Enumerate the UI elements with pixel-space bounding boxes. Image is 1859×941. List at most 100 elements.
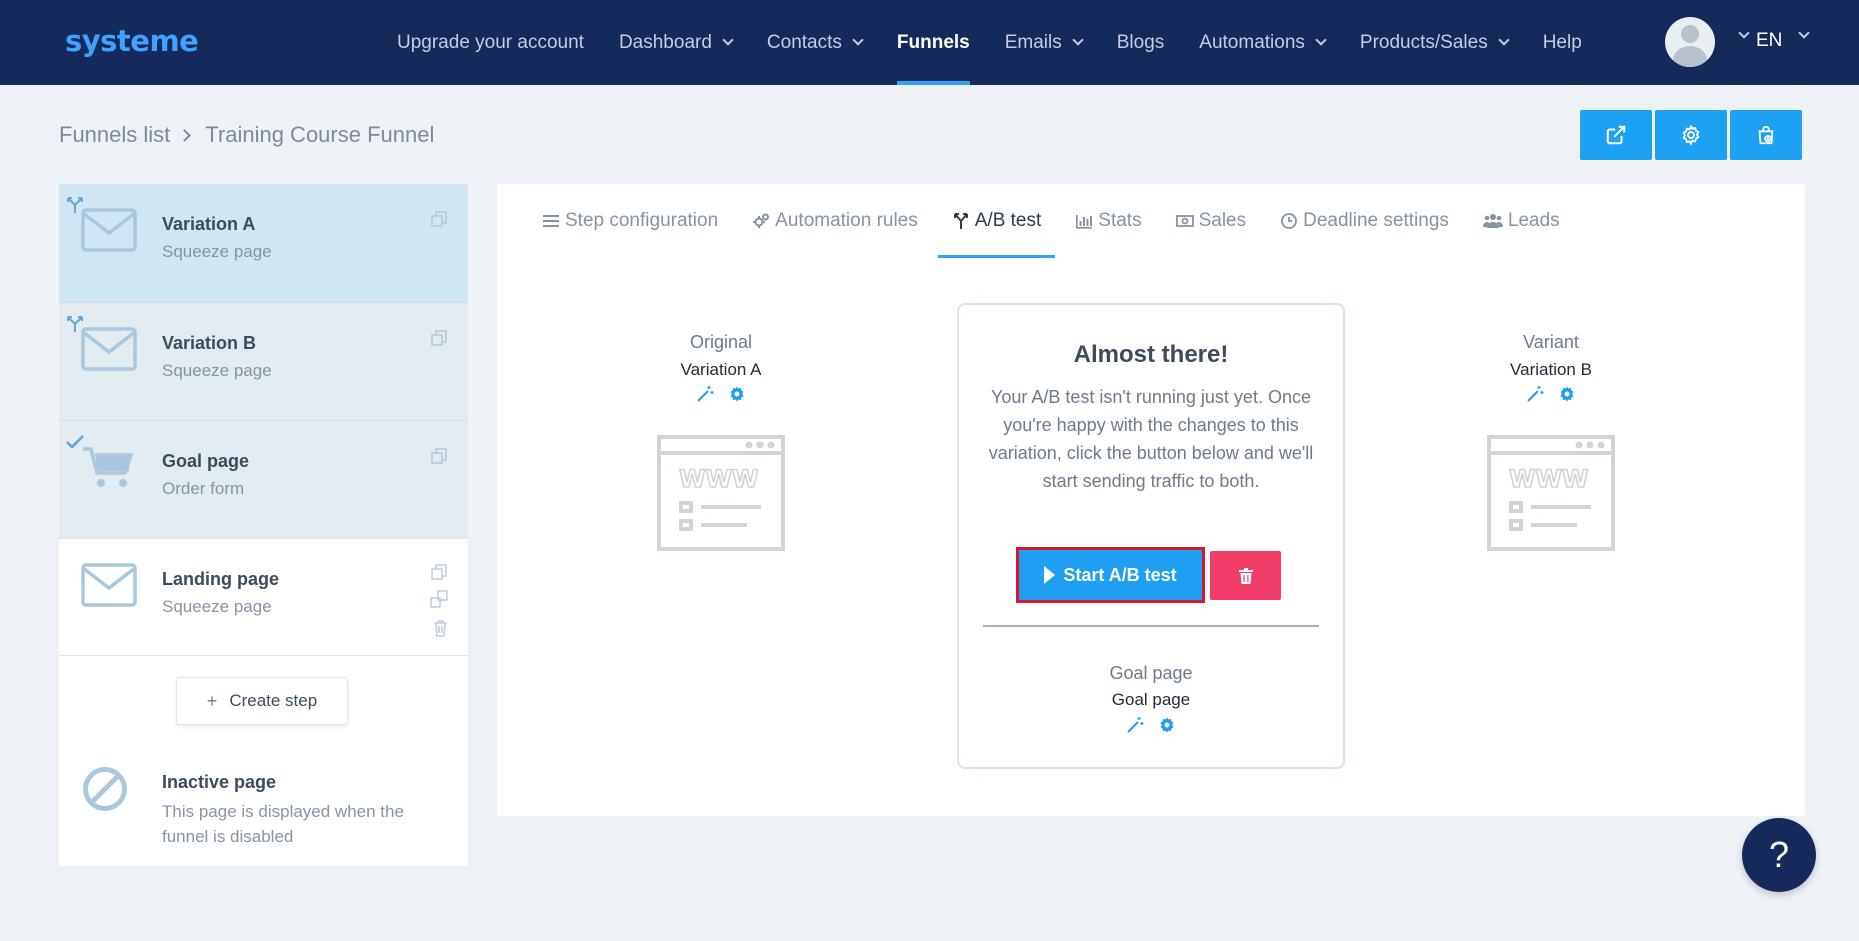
disabled-icon bbox=[83, 767, 127, 811]
chevron-down-icon bbox=[1315, 34, 1327, 46]
webpage-placeholder-image: WWW bbox=[1487, 435, 1615, 551]
gear-icon[interactable] bbox=[1558, 385, 1576, 403]
users-icon bbox=[1482, 213, 1503, 228]
main-nav: Upgrade your account Dashboard Contacts … bbox=[397, 0, 1617, 85]
funnel-actions bbox=[1580, 110, 1805, 160]
step-goal-page[interactable]: Goal page Order form bbox=[59, 420, 468, 538]
split-icon bbox=[953, 212, 968, 229]
nav-blogs[interactable]: Blogs bbox=[1117, 0, 1165, 85]
step-variation-b[interactable]: Variation B Squeeze page bbox=[59, 302, 468, 420]
chevron-down-icon bbox=[722, 34, 734, 46]
step-title: Goal page bbox=[162, 451, 250, 471]
funnel-settings-button[interactable] bbox=[1655, 110, 1727, 160]
svg-text:WWW: WWW bbox=[679, 465, 758, 493]
variant-actions bbox=[1401, 385, 1701, 403]
nav-emails[interactable]: Emails bbox=[1005, 0, 1084, 85]
step-subtitle: Squeeze page bbox=[162, 597, 272, 616]
tab-label: Automation rules bbox=[775, 209, 918, 231]
original-variation: Original Variation A WWW bbox=[571, 332, 871, 551]
chevron-down-icon[interactable] bbox=[1738, 27, 1750, 39]
step-subtitle: Squeeze page bbox=[162, 242, 272, 261]
magic-wand-icon[interactable] bbox=[696, 385, 714, 403]
language-selector[interactable]: EN bbox=[1756, 30, 1782, 52]
nav-contacts-label: Contacts bbox=[766, 31, 842, 53]
tab-deadline-settings[interactable]: Deadline settings bbox=[1280, 184, 1449, 257]
inactive-page-description: This page is displayed when the funnel i… bbox=[162, 802, 404, 846]
gears-icon bbox=[753, 213, 770, 228]
trash-icon bbox=[1238, 567, 1253, 584]
shopping-bag-icon bbox=[1758, 125, 1774, 145]
chevron-down-icon bbox=[1498, 34, 1510, 46]
nav-upgrade-label: Upgrade your account bbox=[397, 31, 584, 53]
top-navbar: systeme Upgrade your account Dashboard C… bbox=[0, 0, 1859, 85]
avatar[interactable] bbox=[1665, 17, 1715, 67]
tab-label: A/B test bbox=[974, 209, 1042, 231]
funnel-sales-button[interactable] bbox=[1730, 110, 1802, 160]
nav-automations[interactable]: Automations bbox=[1199, 0, 1327, 85]
nav-products-sales[interactable]: Products/Sales bbox=[1360, 0, 1510, 85]
chevron-down-icon bbox=[1072, 34, 1084, 46]
copy-icon[interactable] bbox=[430, 447, 448, 465]
step-landing-page[interactable]: Landing page Squeeze page bbox=[59, 538, 468, 656]
tab-label: Stats bbox=[1098, 209, 1142, 231]
webpage-placeholder-image: WWW bbox=[657, 435, 785, 551]
tab-stats[interactable]: Stats bbox=[1075, 184, 1142, 257]
external-link-icon bbox=[1606, 125, 1626, 145]
nav-help[interactable]: Help bbox=[1543, 0, 1582, 85]
magic-wand-icon[interactable] bbox=[1126, 716, 1144, 734]
tab-sales[interactable]: Sales bbox=[1175, 184, 1246, 257]
nav-dashboard[interactable]: Dashboard bbox=[618, 0, 734, 85]
delete-ab-test-button[interactable] bbox=[1210, 551, 1281, 600]
copy-icon[interactable] bbox=[430, 563, 448, 581]
step-detail-panel: Step configuration Automation rules A/B … bbox=[497, 184, 1805, 816]
chevron-down-icon bbox=[852, 34, 864, 46]
ab-test-status-card: Almost there! Your A/B test isn't runnin… bbox=[957, 303, 1345, 769]
step-subtitle: Squeeze page bbox=[162, 361, 272, 380]
avatar-head bbox=[1681, 25, 1699, 43]
tab-automation-rules[interactable]: Automation rules bbox=[752, 184, 918, 257]
variant-name: Variation B bbox=[1510, 360, 1592, 379]
tab-label: Step configuration bbox=[565, 209, 719, 231]
step-title: Variation A bbox=[162, 214, 256, 234]
start-ab-test-button[interactable]: Start A/B test bbox=[1016, 547, 1205, 603]
goal-actions bbox=[959, 716, 1343, 734]
breadcrumb: Funnels list Training Course Funnel bbox=[59, 122, 434, 148]
nav-upgrade[interactable]: Upgrade your account bbox=[397, 0, 584, 85]
original-actions bbox=[571, 385, 871, 403]
logo[interactable]: systeme bbox=[65, 24, 199, 58]
nav-contacts[interactable]: Contacts bbox=[766, 0, 864, 85]
gear-icon[interactable] bbox=[728, 385, 746, 403]
chevron-right-icon bbox=[178, 128, 192, 142]
open-funnel-button[interactable] bbox=[1580, 110, 1652, 160]
trash-icon[interactable] bbox=[433, 619, 448, 637]
gear-icon[interactable] bbox=[1158, 716, 1176, 734]
list-icon bbox=[543, 214, 559, 227]
goal-page-name: Goal page bbox=[1111, 690, 1191, 709]
chevron-down-icon[interactable] bbox=[1798, 27, 1810, 39]
copy-icon[interactable] bbox=[430, 329, 448, 347]
create-step-button[interactable]: + Create step bbox=[176, 677, 348, 725]
funnel-steps-sidebar: Variation A Squeeze page Variation B Squ… bbox=[59, 184, 468, 866]
magic-wand-icon[interactable] bbox=[1526, 385, 1544, 403]
tab-step-configuration[interactable]: Step configuration bbox=[542, 184, 718, 257]
tab-leads[interactable]: Leads bbox=[1482, 184, 1560, 257]
nav-automations-label: Automations bbox=[1199, 31, 1305, 53]
copy-icon[interactable] bbox=[430, 210, 448, 228]
money-icon bbox=[1175, 214, 1194, 227]
tab-ab-test[interactable]: A/B test bbox=[937, 184, 1055, 258]
start-ab-test-label: Start A/B test bbox=[1063, 564, 1177, 585]
inactive-page-title[interactable]: Inactive page bbox=[162, 772, 276, 793]
step-tabs: Step configuration Automation rules A/B … bbox=[542, 184, 1594, 258]
create-step-label: Create step bbox=[229, 691, 318, 710]
nav-dashboard-label: Dashboard bbox=[618, 31, 712, 53]
step-title: Landing page bbox=[162, 569, 279, 589]
nav-funnels[interactable]: Funnels bbox=[896, 0, 970, 85]
help-chat-button[interactable]: ? bbox=[1742, 818, 1816, 892]
step-variation-a[interactable]: Variation A Squeeze page bbox=[59, 184, 468, 302]
duplicate-icon[interactable] bbox=[430, 590, 448, 608]
breadcrumb-funnels-list[interactable]: Funnels list bbox=[59, 122, 170, 148]
variant-variation: Variant Variation B WWW bbox=[1401, 332, 1701, 551]
divider bbox=[983, 625, 1319, 627]
variant-label: Variant bbox=[1523, 332, 1579, 352]
gear-icon bbox=[1682, 124, 1700, 146]
